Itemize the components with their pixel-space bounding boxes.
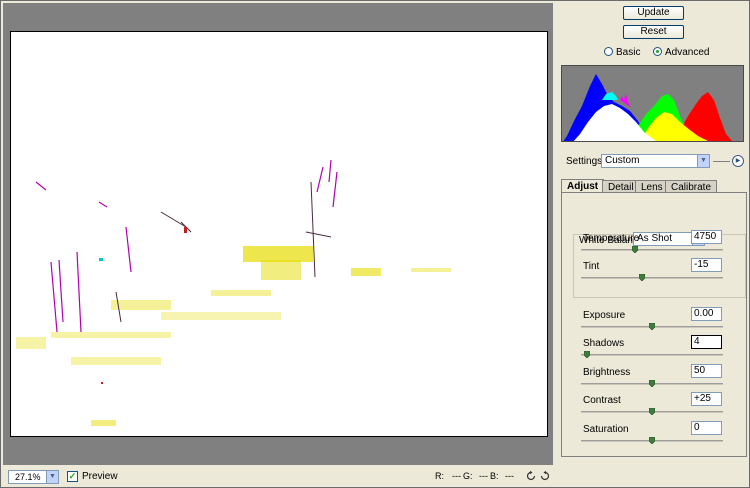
clipping-cyan (99, 258, 103, 261)
shadows-slider-thumb[interactable] (584, 351, 590, 358)
brightness-slider-thumb[interactable] (649, 380, 655, 387)
rotate-left-icon[interactable] (525, 470, 537, 482)
r-label: R: (435, 471, 444, 481)
settings-row: Settings: Custom ▼ ▶ (561, 154, 747, 170)
advanced-radio[interactable]: Advanced (653, 47, 709, 58)
zoom-select[interactable]: 27.1% ▼ (8, 470, 59, 484)
b-label: B: (490, 471, 499, 481)
zoom-value: 27.1% (15, 472, 41, 482)
chevron-down-icon[interactable]: ▼ (697, 155, 709, 167)
temperature-slider-thumb[interactable] (632, 246, 638, 253)
tint-slider-thumb[interactable] (639, 274, 645, 281)
contrast-label: Contrast (583, 395, 621, 406)
basic-label: Basic (616, 47, 641, 58)
play-circle-icon[interactable]: ▶ (732, 155, 744, 167)
reset-button[interactable]: Reset (623, 25, 684, 39)
tint-input[interactable]: -15 (691, 258, 722, 272)
tint-slider[interactable] (581, 277, 723, 279)
basic-radio[interactable]: Basic (604, 47, 640, 58)
exposure-slider-thumb[interactable] (649, 323, 655, 330)
shadows-slider[interactable] (581, 354, 723, 356)
settings-value: Custom (605, 155, 640, 166)
contrast-input[interactable]: +25 (691, 392, 722, 406)
histogram (561, 65, 744, 142)
exposure-input[interactable]: 0.00 (691, 307, 722, 321)
brightness-input[interactable]: 50 (691, 364, 722, 378)
saturation-slider-thumb[interactable] (649, 437, 655, 444)
preview-image[interactable] (10, 31, 548, 437)
saturation-input[interactable]: 0 (691, 421, 722, 435)
exposure-label: Exposure (583, 310, 626, 321)
temperature-input[interactable]: 4750 (691, 230, 722, 244)
contrast-slider-thumb[interactable] (649, 408, 655, 415)
preview-label: Preview (82, 471, 118, 482)
preview-checkbox[interactable]: ✓ (67, 471, 78, 482)
settings-label: Settings: (566, 156, 605, 167)
preview-canvas (16, 159, 451, 426)
radio-basic-icon[interactable] (604, 47, 613, 56)
temperature-slider[interactable] (581, 249, 723, 251)
r-value: --- (452, 471, 461, 481)
advanced-label: Advanced (665, 47, 710, 58)
update-button[interactable]: Update (623, 6, 684, 20)
radio-advanced-icon[interactable] (653, 47, 662, 56)
white-balance-value: As Shot (637, 233, 673, 244)
tint-label: Tint (583, 261, 600, 272)
histogram-graph (563, 74, 732, 141)
rotate-right-icon[interactable] (539, 470, 551, 482)
camera-raw-window: 27.1% ▼ ✓ Preview R: --- G: --- B: --- U… (0, 0, 750, 488)
temperature-label: Temperature (583, 233, 640, 244)
settings-select[interactable]: Custom ▼ (601, 154, 710, 168)
b-value: --- (505, 471, 514, 481)
brightness-label: Brightness (583, 367, 631, 378)
shadows-label: Shadows (583, 338, 625, 349)
highlight-clipping-yellow (16, 246, 451, 426)
shadows-input[interactable]: 4 (691, 335, 722, 349)
status-bar: 27.1% ▼ ✓ Preview R: --- G: --- B: --- (3, 467, 553, 487)
saturation-label: Saturation (583, 424, 629, 435)
g-value: --- (479, 471, 488, 481)
g-label: G: (463, 471, 473, 481)
settings-divider (713, 161, 730, 162)
chevron-down-icon[interactable]: ▼ (46, 471, 58, 483)
